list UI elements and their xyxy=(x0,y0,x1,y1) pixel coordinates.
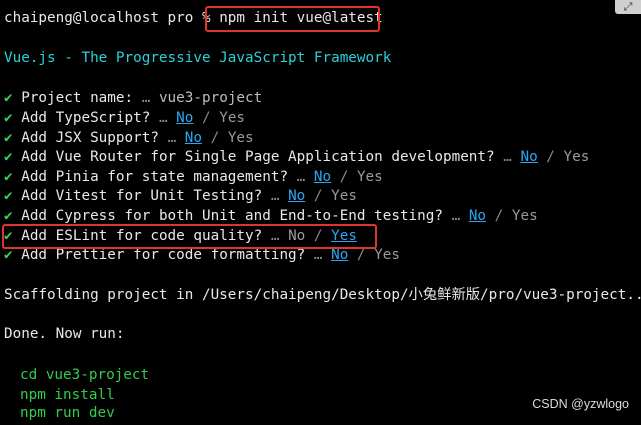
question-text: Add Pinia for state management? xyxy=(21,168,289,185)
question-line: ✔ Add JSX Support? … No / Yes xyxy=(4,129,254,149)
question-text: Add Vitest for Unit Testing? xyxy=(21,188,263,205)
project-name-line: ✔ Project name: … vue3-project xyxy=(4,89,262,109)
question-text: Project name: xyxy=(21,90,134,106)
question-line: ✔ Add Vue Router for Single Page Applica… xyxy=(4,148,589,168)
ellipsis: … xyxy=(167,129,177,146)
check-icon: ✔ xyxy=(4,90,13,106)
done-message: Done. Now run: xyxy=(4,326,125,342)
question-line: ✔ Add ESLint for code quality? … No / Ye… xyxy=(4,227,357,247)
project-name-value: vue3-project xyxy=(158,90,263,106)
ellipsis: … xyxy=(451,208,461,224)
question-line: ✔ Add Vitest for Unit Testing? … No / Ye… xyxy=(4,187,357,207)
next-command-dev: npm run dev xyxy=(20,405,115,421)
option-separator: / xyxy=(348,247,375,264)
question-text: Add Cypress for both Unit and End-to-End… xyxy=(21,208,443,224)
question-line: ✔ Add Cypress for both Unit and End-to-E… xyxy=(4,207,538,227)
option-yes[interactable]: Yes xyxy=(564,149,590,165)
command-prompt-line: chaipeng@localhost pro % npm init vue@la… xyxy=(4,9,383,29)
check-icon: ✔ xyxy=(4,227,13,244)
question-text: Add Vue Router for Single Page Applicati… xyxy=(21,149,495,166)
option-separator: / xyxy=(486,208,512,224)
question-text: Add JSX Support? xyxy=(21,129,159,146)
question-line: ✔ Add TypeScript? … No / Yes xyxy=(4,109,245,129)
option-no[interactable]: No xyxy=(469,208,486,224)
option-no[interactable]: No xyxy=(288,228,305,244)
option-separator: / xyxy=(202,129,228,146)
option-yes[interactable]: Yes xyxy=(219,110,245,126)
command-text: npm init vue@latest xyxy=(219,10,383,26)
option-no[interactable]: No xyxy=(176,110,193,126)
option-yes[interactable]: Yes xyxy=(357,169,383,185)
check-icon: ✔ xyxy=(4,168,13,185)
ellipsis: … xyxy=(296,168,306,185)
terminal-window[interactable]: ⤢ chaipeng@localhost pro % npm init vue@… xyxy=(0,0,641,425)
option-no[interactable]: No xyxy=(185,130,202,146)
question-text: Add ESLint for code quality? xyxy=(21,227,263,244)
option-separator: / xyxy=(537,149,564,166)
question-text: Add TypeScript? xyxy=(21,110,151,126)
watermark: CSDN @yzwlogo xyxy=(532,397,629,412)
ellipsis: … xyxy=(158,110,168,126)
option-separator: / xyxy=(193,110,220,126)
option-no[interactable]: No xyxy=(288,188,305,204)
option-separator: / xyxy=(331,168,357,185)
check-icon: ✔ xyxy=(4,149,13,166)
ellipsis: … xyxy=(503,149,512,166)
option-separator: / xyxy=(305,188,332,205)
check-icon: ✔ xyxy=(4,208,13,224)
next-command-install: npm install xyxy=(20,387,115,403)
question-line: ✔ Add Pinia for state management? … No /… xyxy=(4,168,383,188)
check-icon: ✔ xyxy=(4,247,13,264)
next-command-cd: cd vue3-project xyxy=(20,367,150,383)
check-icon: ✔ xyxy=(4,188,13,205)
option-no[interactable]: No xyxy=(520,149,537,165)
expand-icon[interactable]: ⤢ xyxy=(615,0,641,14)
question-text: Add Prettier for code formatting? xyxy=(21,247,306,264)
option-yes[interactable]: Yes xyxy=(374,247,400,263)
option-yes[interactable]: Yes xyxy=(331,188,357,204)
option-no[interactable]: No xyxy=(331,247,348,263)
question-line: ✔ Add Prettier for code formatting? … No… xyxy=(4,246,400,266)
option-yes[interactable]: Yes xyxy=(331,228,357,244)
vue-header: Vue.js - The Progressive JavaScript Fram… xyxy=(4,50,392,66)
scaffolding-message: Scaffolding project in /Users/chaipeng/D… xyxy=(4,287,641,303)
prompt-text: chaipeng@localhost pro % xyxy=(4,10,220,26)
check-icon: ✔ xyxy=(4,110,13,126)
option-separator: / xyxy=(305,227,332,244)
option-yes[interactable]: Yes xyxy=(228,130,254,146)
option-no[interactable]: No xyxy=(314,169,331,185)
option-yes[interactable]: Yes xyxy=(512,208,538,224)
check-icon: ✔ xyxy=(4,129,13,146)
